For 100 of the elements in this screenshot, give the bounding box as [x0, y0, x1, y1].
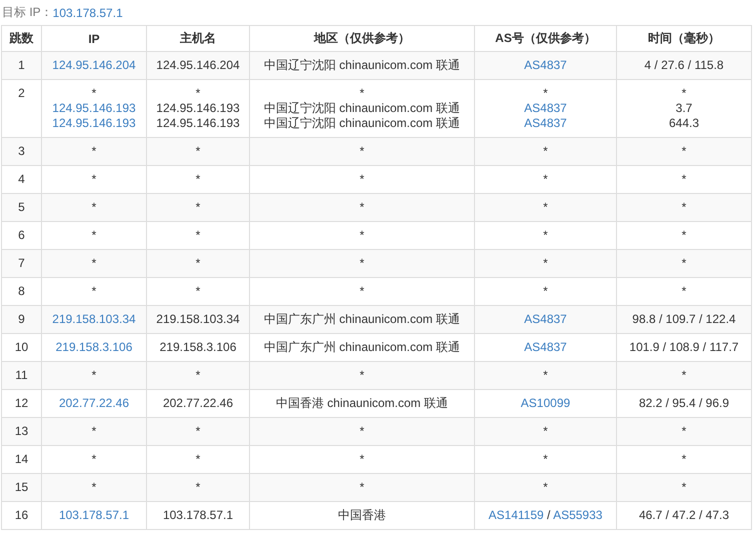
- column-header: 时间（毫秒）: [616, 26, 752, 52]
- hop-number: 10: [14, 340, 28, 354]
- column-header: 主机名: [146, 26, 250, 52]
- column-header: 地区（仅供参考）: [250, 26, 474, 52]
- as-cell: *: [543, 452, 548, 466]
- ip-cell: *: [92, 144, 96, 158]
- hostname-cell: *: [196, 228, 200, 242]
- hostname-cell: 219.158.3.106: [160, 340, 236, 354]
- hostname-cell: 124.95.146.193: [156, 101, 240, 115]
- time-cell: *: [682, 172, 686, 186]
- region-cell: *: [360, 368, 364, 382]
- as-cell: *: [543, 200, 548, 214]
- hop-number: 6: [18, 228, 25, 242]
- ip-cell: *: [92, 200, 96, 214]
- as-cell: *: [543, 86, 548, 100]
- as-cell: *: [543, 172, 548, 186]
- time-cell: 4 / 27.6 / 115.8: [644, 58, 724, 72]
- hop-number: 16: [14, 508, 28, 522]
- ip-cell: *: [92, 452, 96, 466]
- ip-cell: *: [92, 424, 96, 438]
- hostname-cell: *: [196, 256, 200, 270]
- hostname-cell: *: [196, 480, 200, 494]
- time-cell: 101.9 / 108.9 / 117.7: [629, 340, 739, 354]
- time-cell: *: [682, 284, 686, 298]
- hop-number: 11: [15, 368, 28, 382]
- time-cell: 46.7 / 47.2 / 47.3: [638, 508, 730, 522]
- time-cell: 3.7: [676, 101, 692, 115]
- hostname-cell: *: [196, 452, 200, 466]
- region-cell: *: [360, 200, 364, 214]
- region-cell: 中国香港 chinaunicom.com 联通: [276, 396, 448, 410]
- ip-cell: *: [92, 368, 96, 382]
- link[interactable]: AS4837: [524, 116, 567, 130]
- hostname-cell: *: [196, 200, 200, 214]
- link[interactable]: AS10099: [520, 396, 570, 410]
- region-cell: 中国广东广州 chinaunicom.com 联通: [264, 340, 460, 354]
- hop-number: 9: [18, 312, 25, 326]
- hostname-cell: 219.158.103.34: [156, 312, 240, 326]
- hostname-cell: *: [196, 368, 200, 382]
- time-cell: *: [682, 480, 686, 494]
- region-cell: 中国广东广州 chinaunicom.com 联通: [264, 312, 460, 326]
- time-cell: *: [682, 424, 686, 438]
- as-cell: *: [543, 480, 548, 494]
- link[interactable]: AS141159: [488, 508, 544, 522]
- hop-number: 5: [18, 200, 25, 214]
- time-cell: *: [682, 200, 686, 214]
- as-cell: *: [543, 228, 548, 242]
- region-cell: *: [360, 172, 364, 186]
- region-cell: *: [360, 256, 364, 270]
- column-header: AS号（仅供参考）: [474, 26, 616, 52]
- region-cell: *: [360, 86, 364, 100]
- as-cell: *: [543, 424, 548, 438]
- ip-cell: *: [92, 86, 96, 100]
- hop-number: 13: [14, 424, 28, 438]
- hostname-cell: 124.95.146.193: [156, 116, 240, 130]
- hop-number: 8: [18, 284, 25, 298]
- time-cell: 644.3: [668, 116, 700, 130]
- as-cell: *: [543, 256, 548, 270]
- time-cell: *: [682, 228, 686, 242]
- as-cell: *: [543, 144, 548, 158]
- region-cell: *: [360, 144, 364, 158]
- link[interactable]: AS4837: [524, 340, 567, 354]
- hop-number: 1: [18, 58, 25, 72]
- hostname-cell: *: [196, 284, 200, 298]
- link[interactable]: AS4837: [524, 312, 567, 326]
- column-header: 跳数: [2, 26, 42, 52]
- link[interactable]: AS4837: [524, 101, 567, 115]
- hop-number: 15: [14, 480, 28, 494]
- hop-number: 2: [18, 86, 25, 100]
- region-cell: *: [360, 228, 364, 242]
- region-cell: *: [360, 424, 364, 438]
- as-cell: *: [543, 368, 548, 382]
- ip-cell: *: [92, 172, 96, 186]
- region-cell: *: [360, 452, 364, 466]
- time-cell: 82.2 / 95.4 / 96.9: [638, 396, 730, 410]
- cell-text: /: [546, 508, 552, 522]
- link[interactable]: AS4837: [524, 58, 567, 72]
- ip-cell: *: [92, 480, 96, 494]
- hop-number: 3: [18, 144, 25, 158]
- time-cell: *: [682, 86, 686, 100]
- hop-number: 7: [18, 256, 25, 270]
- hop-number: 14: [14, 452, 28, 466]
- hostname-cell: *: [196, 424, 200, 438]
- hop-number: 4: [18, 172, 25, 186]
- link[interactable]: 124.95.146.193: [52, 101, 136, 115]
- ip-cell: *: [92, 256, 96, 270]
- link[interactable]: 124.95.146.193: [52, 116, 136, 130]
- hostname-cell: 103.178.57.1: [162, 508, 234, 522]
- time-cell: *: [682, 452, 686, 466]
- hop-number: 12: [14, 396, 28, 410]
- hostname-cell: 124.95.146.204: [156, 58, 240, 72]
- ip-cell: *: [92, 228, 96, 242]
- link[interactable]: AS55933: [553, 508, 602, 522]
- region-cell: 中国辽宁沈阳 chinaunicom.com 联通: [264, 116, 460, 130]
- region-cell: 中国香港: [338, 508, 386, 522]
- region-cell: *: [360, 480, 364, 494]
- as-cell: *: [543, 284, 548, 298]
- hostname-cell: *: [196, 86, 200, 100]
- time-cell: *: [682, 144, 686, 158]
- target-ip-link[interactable]: 103.178.57.1: [52, 6, 123, 20]
- time-cell: *: [682, 256, 686, 270]
